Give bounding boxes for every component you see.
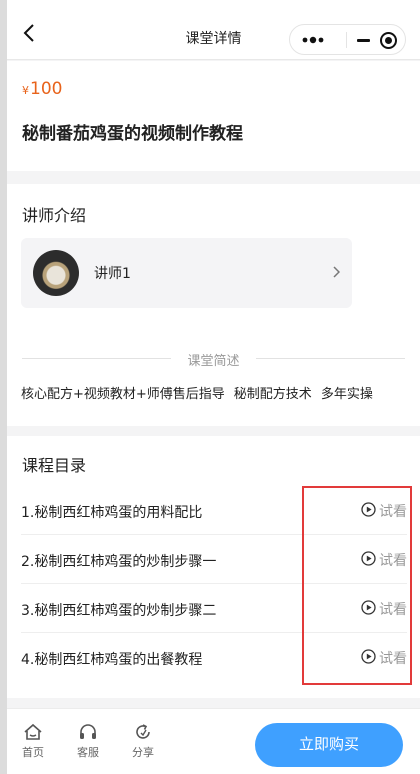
page-frame: 课堂详情 ¥100 秘制番茄鸡蛋的视频制作教程 讲师介绍 讲师1 课堂简述 核心… bbox=[7, 0, 420, 774]
headset-icon bbox=[80, 724, 96, 739]
home-icon bbox=[24, 723, 42, 740]
navigation-bar: 课堂详情 bbox=[7, 0, 420, 60]
chevron-right-icon bbox=[333, 266, 340, 278]
tab-home[interactable]: 首页 bbox=[13, 722, 53, 760]
buy-now-button[interactable]: 立即购买 bbox=[255, 723, 403, 767]
teacher-item[interactable]: 讲师1 bbox=[21, 238, 352, 308]
background-strip bbox=[0, 0, 7, 774]
teacher-section: 讲师介绍 讲师1 课堂简述 核心配方+视频教材+师傅售后指导 秘制配方技术 多年实操 bbox=[7, 184, 420, 426]
teacher-avatar bbox=[33, 250, 79, 296]
lesson-name: 1.秘制西红柿鸡蛋的用料配比 bbox=[21, 505, 203, 521]
lesson-name: 4.秘制西红柿鸡蛋的出餐教程 bbox=[21, 652, 203, 668]
capsule-divider bbox=[346, 32, 347, 48]
more-icon[interactable] bbox=[301, 35, 327, 45]
catalog-title: 课程目录 bbox=[22, 456, 87, 475]
bottom-action-bar: 首页 客服 分享 立即购买 bbox=[7, 708, 420, 774]
tab-home-label: 首页 bbox=[22, 746, 44, 759]
course-price: ¥100 bbox=[22, 79, 62, 99]
summary-tag: 秘制配方技术 bbox=[233, 387, 312, 402]
share-icon bbox=[136, 724, 150, 739]
summary-tags: 核心配方+视频教材+师傅售后指导 秘制配方技术 多年实操 bbox=[21, 383, 382, 402]
miniprogram-capsule bbox=[289, 24, 406, 55]
minimize-icon[interactable] bbox=[357, 39, 370, 42]
summary-label: 课堂简述 bbox=[179, 354, 248, 369]
tab-share[interactable]: 分享 bbox=[123, 722, 163, 760]
teacher-section-title: 讲师介绍 bbox=[22, 206, 87, 225]
tab-share-label: 分享 bbox=[132, 746, 154, 759]
tab-service-label: 客服 bbox=[77, 746, 99, 759]
highlight-box bbox=[302, 486, 412, 685]
summary-tag: 多年实操 bbox=[320, 387, 373, 402]
price-value: 100 bbox=[30, 79, 63, 99]
course-header: ¥100 秘制番茄鸡蛋的视频制作教程 bbox=[7, 61, 420, 171]
divider-line bbox=[255, 358, 405, 359]
lesson-name: 3.秘制西红柿鸡蛋的炒制步骤二 bbox=[21, 603, 217, 619]
close-target-icon[interactable] bbox=[380, 32, 397, 49]
tab-customer-service[interactable]: 客服 bbox=[68, 722, 108, 760]
teacher-name: 讲师1 bbox=[94, 266, 131, 282]
course-title: 秘制番茄鸡蛋的视频制作教程 bbox=[22, 124, 243, 144]
summary-divider: 课堂简述 bbox=[22, 349, 405, 369]
summary-tag: 核心配方+视频教材+师傅售后指导 bbox=[21, 387, 225, 402]
currency-symbol: ¥ bbox=[22, 84, 29, 97]
lesson-name: 2.秘制西红柿鸡蛋的炒制步骤一 bbox=[21, 554, 217, 570]
